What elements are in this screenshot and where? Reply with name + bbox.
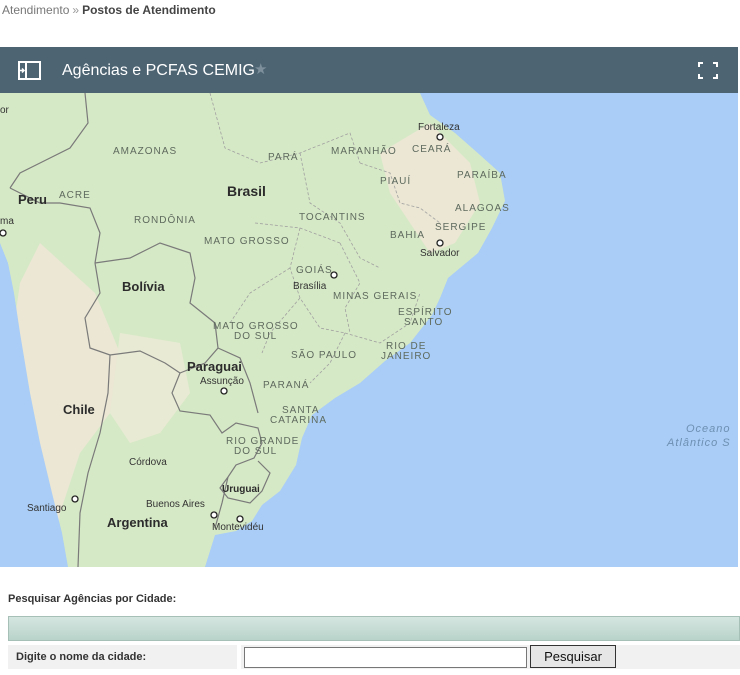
city-salvador: Salvador [420,248,460,259]
label-mato-grosso: MATO GROSSO [204,236,290,247]
marker-lima [0,229,7,237]
search-row: Digite o nome da cidade: Pesquisar [8,645,740,669]
label-sao-paulo: SÃO PAULO [291,350,358,361]
search-header-bar [8,616,740,641]
label-alagoas: ALAGOAS [455,203,510,214]
city-lima-partial: ma [0,216,14,227]
label-espirito-santo-2: SANTO [404,317,444,328]
label-santa-catarina-2: CATARINA [270,415,328,426]
label-minas-gerais: MINAS GERAIS [333,291,418,302]
favorite-star-icon[interactable]: ★ [254,60,267,78]
label-para: PARÁ [268,152,299,163]
legend-toggle-icon[interactable] [18,61,41,80]
map-panel-title: Agências e PCFAS CEMIG [62,62,255,79]
label-paraiba: PARAÍBA [457,170,507,181]
marker-santiago [71,495,79,503]
country-brasil: Brasil [227,183,266,199]
breadcrumb-separator: » [72,3,80,17]
label-rio-2: JANEIRO [381,351,432,362]
label-sergipe: SERGIPE [435,222,487,233]
search-label: Digite o nome da cidade: [16,651,147,663]
country-argentina: Argentina [107,515,168,530]
map-view[interactable]: AMAZONAS PARÁ MARANHÃO CEARÁ PIAUÍ PARAÍ… [0,93,738,567]
label-goias: GOIÁS [296,265,333,276]
label-piaui: PIAUÍ [380,176,412,187]
ocean-label-line2: Atlântico S [667,437,731,449]
label-rio-grande-2: DO SUL [234,446,278,457]
label-mato-grosso-sul-2: DO SUL [234,331,278,342]
map-canvas [0,93,505,567]
city-cordova: Córdova [129,457,167,468]
search-label-cell: Digite o nome da cidade: [8,645,237,669]
city-buenos-aires: Buenos Aires [146,499,205,510]
city-assuncao: Assunção [200,376,244,387]
label-rondonia: RONDÔNIA [134,215,196,226]
country-bolivia: Bolívia [122,279,165,294]
breadcrumb: Atendimento» Postos de Atendimento [2,3,216,17]
label-bahia: BAHIA [390,230,426,241]
fullscreen-icon[interactable] [698,62,718,79]
label-parana: PARANÁ [263,380,310,391]
city-search-input[interactable] [244,647,527,668]
map-panel: Agências e PCFAS CEMIG ★ AMAZONAS PARÁ M… [0,47,738,567]
marker-fortaleza [436,133,444,141]
search-input-cell: Pesquisar [241,645,740,669]
label-tocantins: TOCANTINS [299,212,366,223]
country-paraguai: Paraguai [187,359,242,374]
country-peru: Peru [18,192,47,207]
label-ceara: CEARÁ [412,144,452,155]
label-acre: ACRE [59,190,91,201]
city-fortaleza: Fortaleza [418,122,460,133]
country-uruguai: Uruguai [222,484,260,495]
city-montevideu: Montevidéu [212,522,264,533]
breadcrumb-parent-link[interactable]: Atendimento [2,3,69,17]
map-panel-header: Agências e PCFAS CEMIG ★ [0,47,738,93]
country-chile: Chile [63,402,95,417]
label-amazonas: AMAZONAS [113,146,178,157]
label-maranhao: MARANHÃO [331,146,397,157]
ocean-label-line1: Oceano [686,423,731,435]
search-title: Pesquisar Agências por Cidade: [8,593,177,605]
search-button[interactable]: Pesquisar [530,645,616,668]
marker-assuncao [220,387,228,395]
city-top-partial: or [0,105,9,116]
marker-salvador [436,239,444,247]
breadcrumb-current: Postos de Atendimento [82,3,216,17]
marker-buenos-aires [210,511,218,519]
city-brasilia: Brasília [293,281,327,292]
city-santiago: Santiago [27,503,67,514]
